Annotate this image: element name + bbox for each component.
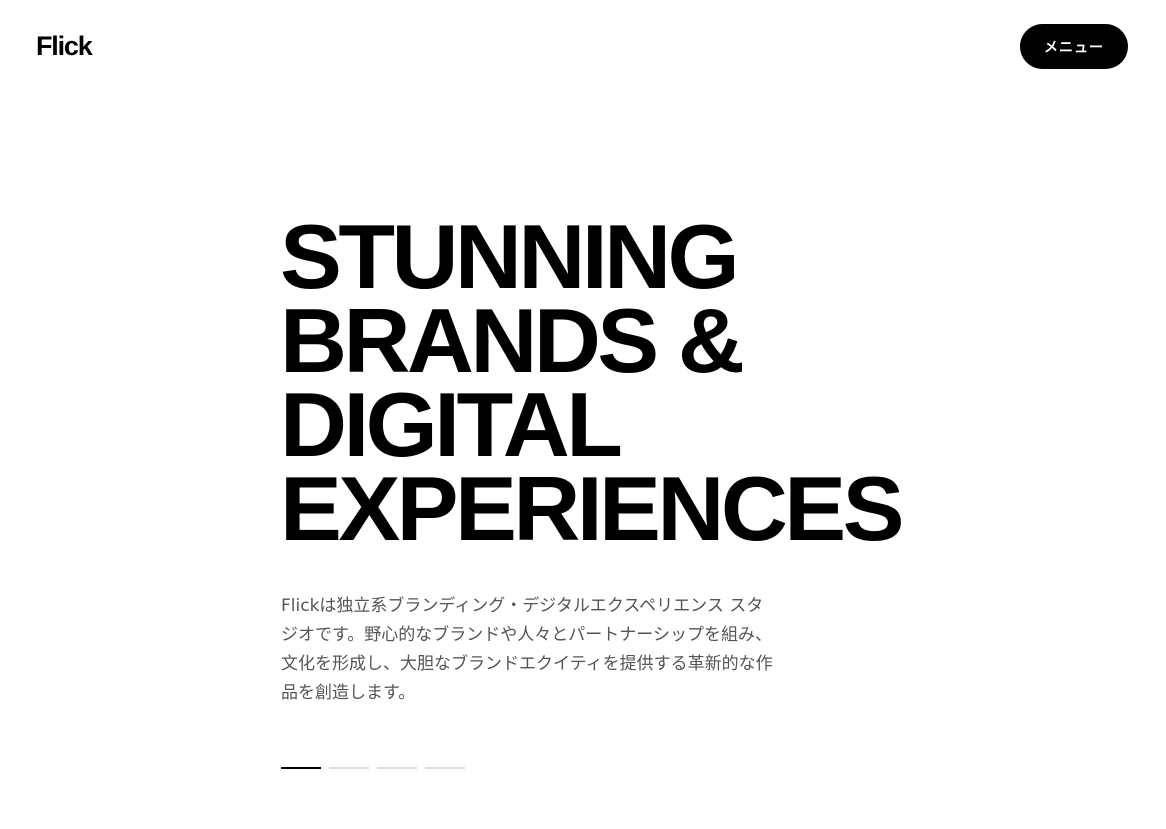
hero-description: Flickは独立系ブランディング・デジタルエクスペリエンス スタジオです。野心的…	[281, 596, 773, 703]
menu-button[interactable]: メニュー	[1020, 24, 1128, 69]
hero-section: STUNNING BRANDS & DIGITAL EXPERIENCES	[280, 212, 920, 555]
slide-indicator-2[interactable]	[329, 767, 369, 769]
slide-indicators	[281, 767, 465, 769]
headline-line: EXPERIENCES	[280, 459, 905, 560]
headline-line: DIGITAL	[280, 375, 623, 476]
logo[interactable]: Flick	[36, 30, 93, 62]
slide-indicator-3[interactable]	[377, 767, 417, 769]
headline-line: STUNNING	[280, 207, 740, 308]
slide-indicator-1[interactable]	[281, 767, 321, 769]
slide-indicator-4[interactable]	[425, 767, 465, 769]
hero-headline: STUNNING BRANDS & DIGITAL EXPERIENCES	[280, 207, 933, 560]
page: Flick メニュー STUNNING BRANDS & DIGITAL EXP…	[0, 0, 1166, 829]
headline-line: BRANDS &	[280, 291, 745, 392]
